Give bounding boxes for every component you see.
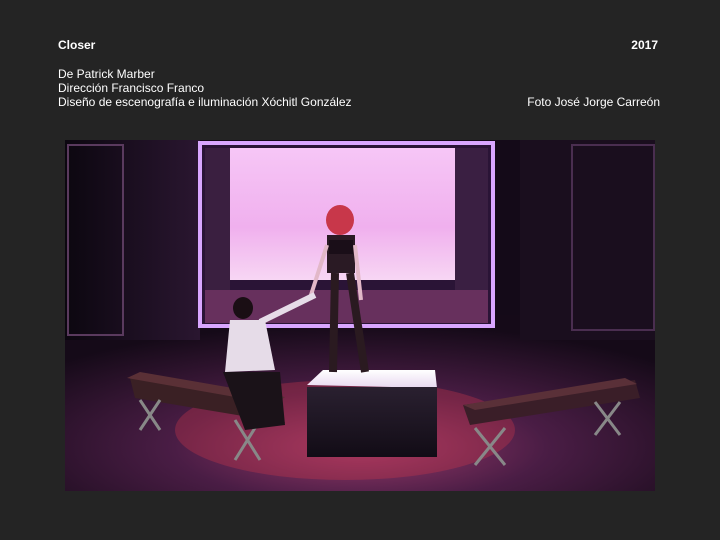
pedestal <box>307 370 437 457</box>
credits-block: De Patrick Marber Dirección Francisco Fr… <box>58 67 352 109</box>
director-credit: Dirección Francisco Franco <box>58 81 205 95</box>
author-credit: De Patrick Marber <box>58 67 155 81</box>
production-title: Closer <box>58 38 96 52</box>
stage-photo-illustration <box>65 140 655 491</box>
production-year: 2017 <box>631 38 658 52</box>
design-credit: Diseño de escenografía e iluminación Xóc… <box>58 95 352 109</box>
stage-photo <box>65 140 655 491</box>
photo-credit: Foto José Jorge Carreón <box>527 95 660 109</box>
